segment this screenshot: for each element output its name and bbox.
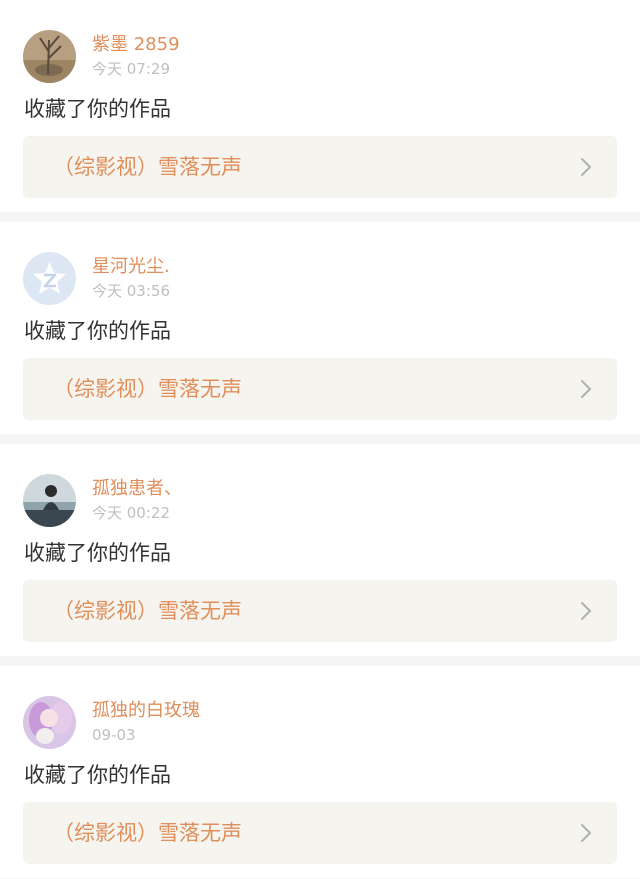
chevron-right-icon	[579, 601, 593, 621]
avatar[interactable]	[23, 252, 76, 305]
notification-feed: 紫墨 2859 今天 07:29 收藏了你的作品 （综影视）雪落无声 星河光尘.…	[0, 0, 640, 878]
work-link[interactable]: （综影视）雪落无声	[23, 802, 617, 864]
card-separator	[0, 212, 640, 222]
avatar-tree-photo	[23, 30, 76, 83]
qzone-star-icon	[23, 252, 76, 305]
notification-card: 紫墨 2859 今天 07:29 收藏了你的作品 （综影视）雪落无声	[0, 0, 640, 212]
card-separator	[0, 656, 640, 666]
chevron-right-icon	[579, 379, 593, 399]
work-link[interactable]: （综影视）雪落无声	[23, 136, 617, 198]
avatar[interactable]	[23, 696, 76, 749]
action-text: 收藏了你的作品	[24, 541, 171, 565]
work-title: （综影视）雪落无声	[53, 821, 242, 845]
chevron-right-icon	[579, 157, 593, 177]
username[interactable]: 紫墨 2859	[92, 34, 180, 56]
avatar[interactable]	[23, 30, 76, 83]
card-separator	[0, 434, 640, 444]
username[interactable]: 星河光尘.	[92, 256, 170, 278]
avatar-doll-photo	[23, 696, 76, 749]
timestamp: 今天 03:56	[92, 282, 170, 300]
notification-card: 孤独患者、 今天 00:22 收藏了你的作品 （综影视）雪落无声	[0, 444, 640, 656]
work-title: （综影视）雪落无声	[53, 599, 242, 623]
avatar-person-photo	[23, 474, 76, 527]
username[interactable]: 孤独患者、	[92, 478, 182, 500]
avatar[interactable]	[23, 474, 76, 527]
timestamp: 今天 07:29	[92, 60, 170, 78]
work-link[interactable]: （综影视）雪落无声	[23, 580, 617, 642]
work-title: （综影视）雪落无声	[53, 155, 242, 179]
chevron-right-icon	[579, 823, 593, 843]
notification-card: 星河光尘. 今天 03:56 收藏了你的作品 （综影视）雪落无声	[0, 222, 640, 434]
username[interactable]: 孤独的白玫瑰	[92, 700, 200, 722]
action-text: 收藏了你的作品	[24, 319, 171, 343]
notification-card: 孤独的白玫瑰 09-03 收藏了你的作品 （综影视）雪落无声	[0, 666, 640, 878]
work-title: （综影视）雪落无声	[53, 377, 242, 401]
work-link[interactable]: （综影视）雪落无声	[23, 358, 617, 420]
timestamp: 今天 00:22	[92, 504, 170, 522]
action-text: 收藏了你的作品	[24, 763, 171, 787]
timestamp: 09-03	[92, 726, 136, 744]
action-text: 收藏了你的作品	[24, 97, 171, 121]
